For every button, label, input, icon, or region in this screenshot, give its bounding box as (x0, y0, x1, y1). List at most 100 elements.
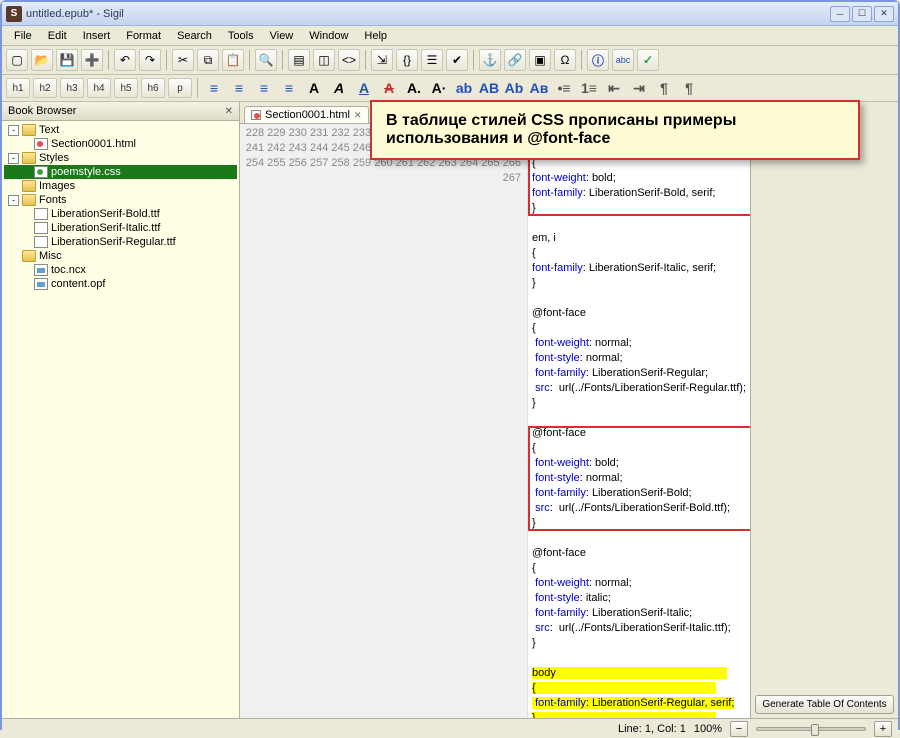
redo-button[interactable]: ↷ (139, 49, 161, 71)
menu-window[interactable]: Window (301, 28, 356, 44)
tree-node-section0001-html[interactable]: Section0001.html (4, 137, 237, 151)
uppercase-button[interactable]: AB (478, 78, 500, 98)
menu-insert[interactable]: Insert (75, 28, 119, 44)
subscript-button[interactable]: A. (403, 78, 425, 98)
heading-p-button[interactable]: p (168, 78, 192, 98)
titlebar[interactable]: S untitled.epub* - Sigil ─ ☐ ✕ (2, 2, 898, 26)
anchor-button[interactable]: ⚓ (479, 49, 501, 71)
statusbar: Line: 1, Col: 1 100% − + (2, 718, 898, 738)
align-center-button[interactable]: ≡ (228, 78, 250, 98)
code-editor[interactable]: 228 229 230 231 232 233 234 235 236 237 … (240, 124, 750, 718)
menu-search[interactable]: Search (169, 28, 220, 44)
book-browser-panel: Book Browser ✕ -TextSection0001.html-Sty… (2, 102, 240, 718)
paste-button[interactable]: 📋 (222, 49, 244, 71)
code-button[interactable]: {} (396, 49, 418, 71)
lowercase-button[interactable]: ab (453, 78, 475, 98)
expand-icon[interactable]: - (8, 125, 19, 136)
zoom-out-button[interactable]: − (730, 721, 748, 737)
menu-view[interactable]: View (262, 28, 302, 44)
menu-format[interactable]: Format (118, 28, 169, 44)
generate-toc-button[interactable]: Generate Table Of Contents (755, 695, 894, 714)
minimize-button[interactable]: ─ (830, 6, 850, 22)
validate-button[interactable]: ✔ (446, 49, 468, 71)
list-bullet-button[interactable]: •≡ (553, 78, 575, 98)
expand-icon[interactable]: - (8, 195, 19, 206)
book-browser-close-icon[interactable]: ✕ (225, 106, 233, 117)
done-button[interactable]: ✓ (637, 49, 659, 71)
tree-node-misc[interactable]: Misc (4, 249, 237, 263)
direction-ltr-button[interactable]: ¶ (653, 78, 675, 98)
right-panel: Generate Table Of Contents (750, 102, 898, 718)
add-button[interactable]: ➕ (81, 49, 103, 71)
special-button[interactable]: Ω (554, 49, 576, 71)
new-button[interactable]: ▢ (6, 49, 28, 71)
open-button[interactable]: 📂 (31, 49, 53, 71)
heading-h1-button[interactable]: h1 (6, 78, 30, 98)
direction-rtl-button[interactable]: ¶ (678, 78, 700, 98)
heading-h3-button[interactable]: h3 (60, 78, 84, 98)
indent-more-button[interactable]: ⇥ (628, 78, 650, 98)
menu-tools[interactable]: Tools (220, 28, 262, 44)
book-view-button[interactable]: ▤ (288, 49, 310, 71)
tree-node-liberationserif-italic-ttf[interactable]: LiberationSerif-Italic.ttf (4, 221, 237, 235)
heading-h5-button[interactable]: h5 (114, 78, 138, 98)
tab-section0001-html[interactable]: Section0001.html ✕ (244, 106, 369, 123)
tree-node-text[interactable]: -Text (4, 123, 237, 137)
tree-node-styles[interactable]: -Styles (4, 151, 237, 165)
tab-close-icon[interactable]: ✕ (354, 110, 362, 121)
align-left-button[interactable]: ≡ (203, 78, 225, 98)
heading-h2-button[interactable]: h2 (33, 78, 57, 98)
link-button[interactable]: 🔗 (504, 49, 526, 71)
code-view-button[interactable]: <> (338, 49, 360, 71)
menu-help[interactable]: Help (356, 28, 395, 44)
tab-label: Section0001.html (265, 109, 350, 121)
tree-node-fonts[interactable]: -Fonts (4, 193, 237, 207)
list-number-button[interactable]: 1≡ (578, 78, 600, 98)
italic-button[interactable]: A (328, 78, 350, 98)
fttf-icon (34, 236, 48, 248)
line-gutter: 228 229 230 231 232 233 234 235 236 237 … (240, 124, 528, 718)
cursor-position: Line: 1, Col: 1 (618, 723, 686, 735)
strike-button[interactable]: A (378, 78, 400, 98)
menu-file[interactable]: File (6, 28, 40, 44)
heading-h4-button[interactable]: h4 (87, 78, 111, 98)
bold-button[interactable]: A (303, 78, 325, 98)
split-view-button[interactable]: ◫ (313, 49, 335, 71)
code-lines[interactable]: b { font-weight: bold; font-family: Libe… (528, 124, 750, 718)
menu-edit[interactable]: Edit (40, 28, 75, 44)
toolbar-main: ▢📂💾➕ ↶↷ ✂⧉📋 🔍 ▤◫<> ⇲{}☰✔ ⚓🔗▣Ωⓘabc✓ (2, 46, 898, 75)
tree-label: Misc (39, 250, 62, 262)
meta-button[interactable]: ⓘ (587, 49, 609, 71)
save-button[interactable]: 💾 (56, 49, 78, 71)
indent-less-button[interactable]: ⇤ (603, 78, 625, 98)
find-button[interactable]: 🔍 (255, 49, 277, 71)
superscript-button[interactable]: A· (428, 78, 450, 98)
tree-node-images[interactable]: Images (4, 179, 237, 193)
capitalize-button[interactable]: Ab (503, 78, 525, 98)
toc-button[interactable]: ☰ (421, 49, 443, 71)
maximize-button[interactable]: ☐ (852, 6, 872, 22)
tree-node-content-opf[interactable]: content.opf (4, 277, 237, 291)
zoom-in-button[interactable]: + (874, 721, 892, 737)
spell-button[interactable]: abc (612, 49, 634, 71)
smallcaps-button[interactable]: Aʙ (528, 78, 550, 98)
align-justify-button[interactable]: ≡ (278, 78, 300, 98)
book-browser-title: Book Browser (8, 105, 76, 117)
undo-button[interactable]: ↶ (114, 49, 136, 71)
expand-icon[interactable]: - (8, 153, 19, 164)
zoom-slider[interactable] (756, 727, 866, 731)
underline-button[interactable]: A (353, 78, 375, 98)
heading-h6-button[interactable]: h6 (141, 78, 165, 98)
copy-button[interactable]: ⧉ (197, 49, 219, 71)
tree-node-liberationserif-regular-ttf[interactable]: LiberationSerif-Regular.ttf (4, 235, 237, 249)
image-button[interactable]: ▣ (529, 49, 551, 71)
split-button[interactable]: ⇲ (371, 49, 393, 71)
cut-button[interactable]: ✂ (172, 49, 194, 71)
close-button[interactable]: ✕ (874, 6, 894, 22)
tree-node-poemstyle-css[interactable]: poemstyle.css (4, 165, 237, 179)
fttf-icon (34, 222, 48, 234)
book-browser-tree[interactable]: -TextSection0001.html-Stylespoemstyle.cs… (2, 121, 239, 718)
tree-node-toc-ncx[interactable]: toc.ncx (4, 263, 237, 277)
align-right-button[interactable]: ≡ (253, 78, 275, 98)
tree-node-liberationserif-bold-ttf[interactable]: LiberationSerif-Bold.ttf (4, 207, 237, 221)
